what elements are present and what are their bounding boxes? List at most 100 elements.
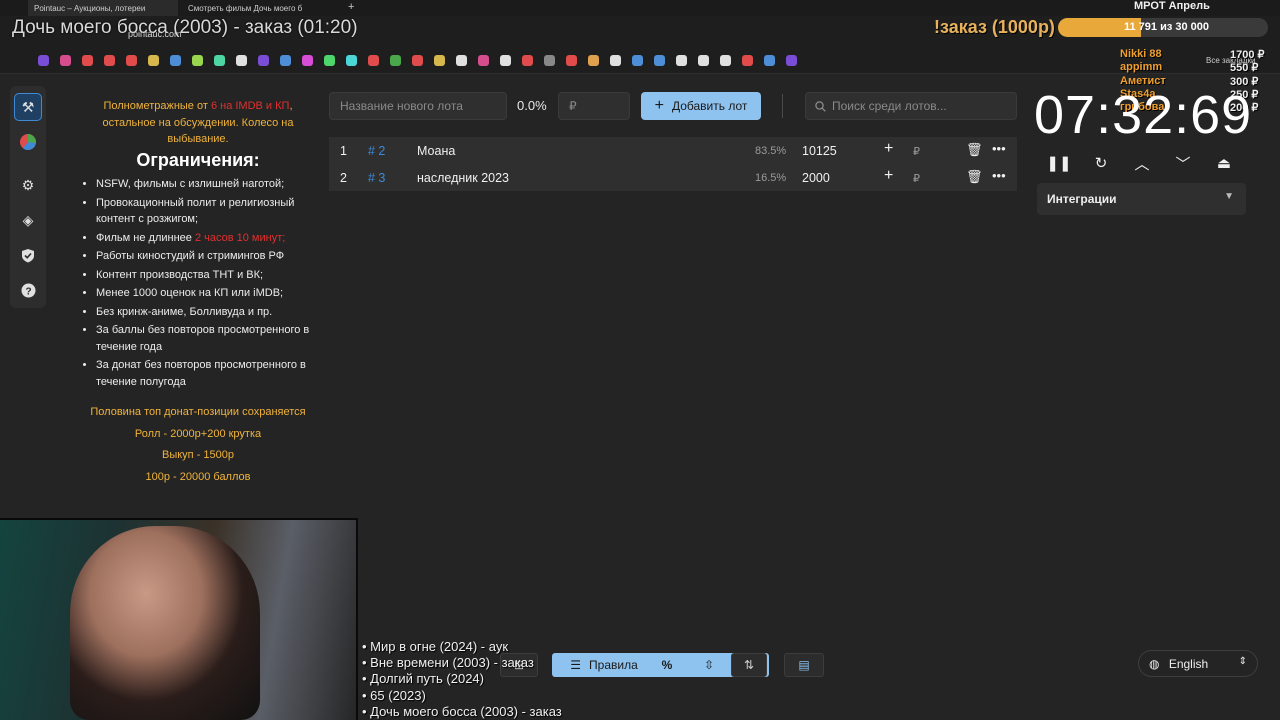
wheel-icon[interactable] bbox=[14, 128, 42, 156]
restart-icon[interactable]: ↻ bbox=[1088, 152, 1114, 174]
chevron-updown-icon: ⇕ bbox=[1238, 656, 1247, 667]
add-lot-button[interactable]: + Добавить лот bbox=[641, 92, 761, 120]
bookmark-icon[interactable] bbox=[258, 55, 269, 66]
bookmark-icon[interactable] bbox=[324, 55, 335, 66]
history-item: • 65 (2023) bbox=[362, 687, 426, 703]
lot-amount[interactable]: 2000 bbox=[802, 171, 830, 185]
bookmark-icon[interactable] bbox=[170, 55, 181, 66]
bookmark-icon[interactable] bbox=[104, 55, 115, 66]
now-playing-title: Дочь моего босса (2003) - заказ (01:20) bbox=[12, 17, 358, 38]
bookmark-icon[interactable] bbox=[632, 55, 643, 66]
bookmark-icon[interactable] bbox=[566, 55, 577, 66]
percent-icon[interactable]: % bbox=[652, 653, 682, 677]
bookmark-icon[interactable] bbox=[522, 55, 533, 66]
bookmark-icon[interactable] bbox=[742, 55, 753, 66]
chevron-up-icon[interactable]: ︿ bbox=[1129, 152, 1155, 174]
rules-intro-text: Полнометражные от bbox=[103, 100, 211, 112]
split-icon[interactable]: ⇳ bbox=[694, 653, 724, 677]
bookmark-icon[interactable] bbox=[390, 55, 401, 66]
bookmark-icon[interactable] bbox=[478, 55, 489, 66]
lot-id: # 3 bbox=[368, 171, 386, 185]
bookmark-icon[interactable] bbox=[588, 55, 599, 66]
add-amount-icon[interactable]: + bbox=[884, 167, 893, 185]
list-icon: ☰ bbox=[570, 658, 582, 672]
lot-row[interactable]: 2 # 3 наследник 2023 16.5% 2000 + ₽ 🗑 ••… bbox=[329, 164, 1017, 191]
chevron-down-icon[interactable]: ﹀ bbox=[1170, 152, 1196, 174]
rules-button[interactable]: ☰ Правила bbox=[558, 653, 650, 677]
bookmark-icon[interactable] bbox=[302, 55, 313, 66]
bookmark-icon[interactable] bbox=[60, 55, 71, 66]
chevron-down-icon: ▼ bbox=[1224, 191, 1234, 202]
promo-line: Ролл - 2000р+200 крутка bbox=[134, 427, 262, 440]
rules-intro: Полнометражные от 6 на IMDB и КП, осталь… bbox=[80, 98, 316, 148]
more-options-icon[interactable]: ••• bbox=[992, 141, 1006, 156]
svg-text:?: ? bbox=[25, 286, 31, 297]
lot-row[interactable]: 1 # 2 Моана 83.5% 10125 + ₽ 🗑 ••• bbox=[329, 137, 1017, 164]
new-lot-name-input[interactable]: Название нового лота bbox=[329, 92, 507, 120]
more-options-icon[interactable]: ••• bbox=[992, 168, 1006, 183]
rule-item: Фильм не длиннее 2 часов 10 минут; bbox=[96, 230, 316, 247]
rule-item: Контент производства ТНТ и ВК; bbox=[96, 267, 316, 284]
add-lot-label: Добавить лот bbox=[671, 99, 748, 113]
rule-item: Без кринж-аниме, Болливуда и пр. bbox=[96, 304, 316, 321]
delete-all-icon[interactable]: ▤ bbox=[784, 653, 824, 677]
bookmark-icon[interactable] bbox=[610, 55, 621, 66]
layers-icon[interactable]: ◈ bbox=[14, 206, 42, 234]
browser-tabstrip: Pointauc – Аукционы, лотереи Смотреть фи… bbox=[0, 0, 1280, 16]
bookmark-icon[interactable] bbox=[412, 55, 423, 66]
browser-tab-pointauc[interactable]: Pointauc – Аукционы, лотереи bbox=[28, 0, 178, 16]
browser-tab-film[interactable]: Смотреть фильм Дочь моего б bbox=[182, 0, 337, 16]
trash-icon[interactable]: 🗑 bbox=[966, 142, 983, 158]
help-icon[interactable]: ? bbox=[14, 276, 42, 304]
bookmark-icon[interactable] bbox=[280, 55, 291, 66]
new-tab-icon[interactable]: + bbox=[348, 1, 354, 13]
bookmark-icon[interactable] bbox=[544, 55, 555, 66]
bookmark-icon[interactable] bbox=[368, 55, 379, 66]
bookmark-icon[interactable] bbox=[192, 55, 203, 66]
gavel-icon[interactable]: ⚒ bbox=[14, 93, 42, 121]
sort-icon[interactable]: ⇅ bbox=[731, 653, 767, 677]
new-lot-amount-input[interactable]: ₽ bbox=[558, 92, 630, 120]
lot-currency: ₽ bbox=[913, 146, 920, 158]
bookmark-icon[interactable] bbox=[434, 55, 445, 66]
lot-name[interactable]: Моана bbox=[417, 144, 455, 158]
bookmark-icon[interactable] bbox=[698, 55, 709, 66]
integrations-dropdown[interactable]: Интеграции ▼ bbox=[1037, 183, 1246, 215]
shield-icon[interactable] bbox=[14, 241, 42, 269]
watch-history: • Мир в огне (2024) - аук • Вне времени … bbox=[362, 639, 562, 720]
rule-item: Менее 1000 оценок на КП или iMDB; bbox=[96, 285, 316, 302]
rule-item: За донат без повторов просмотренного в т… bbox=[96, 357, 316, 390]
new-lot-percent: 0.0% bbox=[517, 98, 547, 113]
bookmark-icon[interactable] bbox=[676, 55, 687, 66]
language-select[interactable]: ◍ English ⇕ bbox=[1138, 650, 1258, 677]
bookmark-icon[interactable] bbox=[148, 55, 159, 66]
trash-icon[interactable]: 🗑 bbox=[966, 169, 983, 185]
pause-icon[interactable]: ❚❚ bbox=[1046, 152, 1072, 174]
lot-currency: ₽ bbox=[913, 173, 920, 185]
gear-icon[interactable]: ⚙ bbox=[14, 171, 42, 199]
bookmark-icon[interactable] bbox=[456, 55, 467, 66]
tab-label: Pointauc – Аукционы, лотереи bbox=[34, 4, 146, 13]
rule-item: За баллы без повторов просмотренного в т… bbox=[96, 322, 316, 355]
promo-line: Половина топ донат-позиции сохраняется bbox=[90, 406, 306, 418]
rules-list: NSFW, фильмы с излишней наготой; Провока… bbox=[80, 176, 316, 390]
lot-index: 2 bbox=[340, 171, 347, 185]
bookmark-icon[interactable] bbox=[500, 55, 511, 66]
lot-name[interactable]: наследник 2023 bbox=[417, 171, 509, 185]
bookmark-icon[interactable] bbox=[720, 55, 731, 66]
bookmark-icon[interactable] bbox=[38, 55, 49, 66]
lot-amount[interactable]: 10125 bbox=[802, 144, 837, 158]
order-command-label: !заказ (1000р) bbox=[934, 17, 1055, 37]
bookmark-icon[interactable] bbox=[82, 55, 93, 66]
lot-search-input[interactable]: Поиск среди лотов... bbox=[805, 92, 1017, 120]
bookmark-icon[interactable] bbox=[764, 55, 775, 66]
add-amount-icon[interactable]: + bbox=[884, 140, 893, 158]
eject-icon[interactable]: ⏏ bbox=[1211, 152, 1237, 174]
bookmark-icon[interactable] bbox=[126, 55, 137, 66]
bookmark-icon[interactable] bbox=[214, 55, 225, 66]
bookmark-icon[interactable] bbox=[654, 55, 665, 66]
bookmark-icon[interactable] bbox=[786, 55, 797, 66]
bookmark-icon[interactable] bbox=[236, 55, 247, 66]
bookmark-icon[interactable] bbox=[346, 55, 357, 66]
history-item: • Дочь моего босса (2003) - заказ bbox=[362, 703, 562, 719]
